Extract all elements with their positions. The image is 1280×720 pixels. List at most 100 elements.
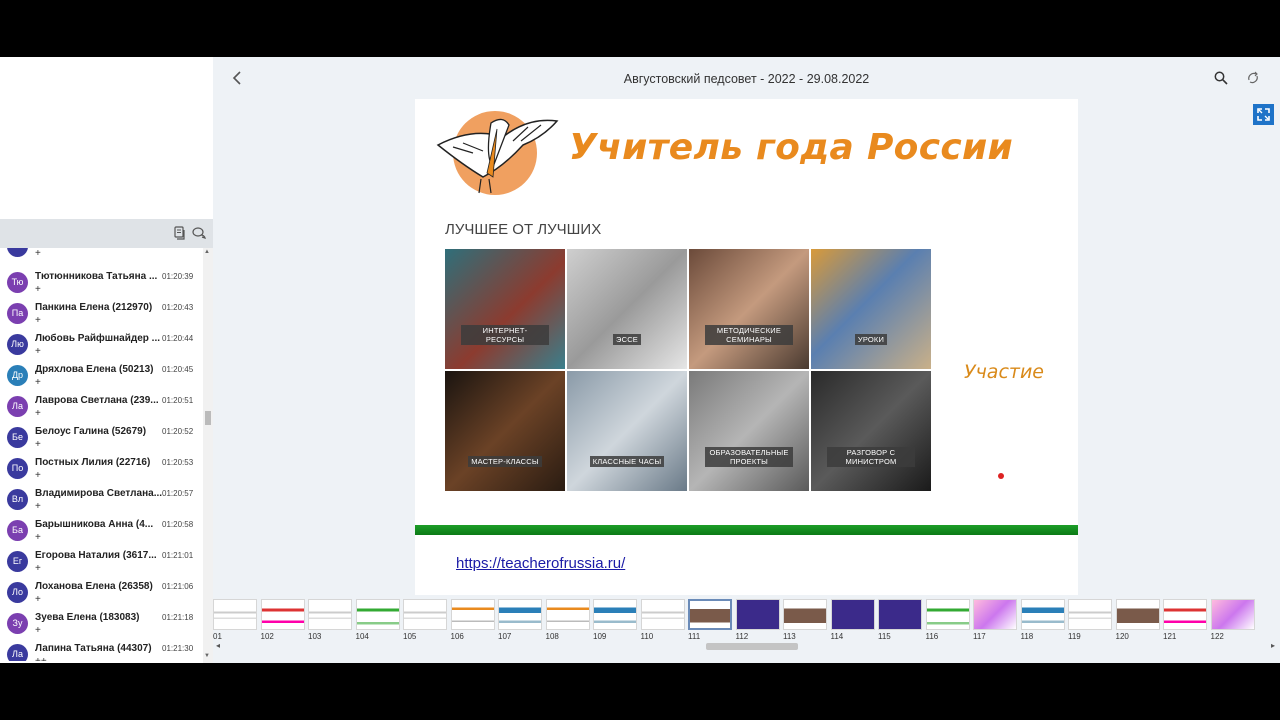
avatar: Ла	[7, 396, 28, 417]
slide-footer: https://teacherofrussia.ru/	[415, 535, 1078, 595]
message-time: 01:20:43	[162, 303, 194, 312]
thumbnail-number: 117	[973, 632, 986, 641]
thumbnail-image	[213, 599, 257, 630]
thumbnail-number: 111	[688, 632, 701, 641]
slide-thumbnail[interactable]: 121	[1163, 599, 1207, 641]
category-grid: ИНТЕРНЕТ-РЕСУРСЫ ЭССЕ МЕТОДИЧЕСКИЕ СЕМИНАР…	[445, 249, 931, 492]
slide-thumbnail[interactable]: 113	[783, 599, 827, 641]
copy-icon[interactable]	[172, 226, 186, 240]
slide-thumbnail[interactable]: 120	[1115, 599, 1160, 641]
sender-name: Белоус Галина (52679)	[35, 426, 147, 437]
slide-thumbnail[interactable]: 108	[545, 599, 590, 641]
thumbnail-image	[878, 599, 922, 630]
thumbnail-number: 108	[545, 632, 559, 641]
slide-thumbnail[interactable]: 109	[593, 599, 637, 641]
current-slide: Учитель года России ЛУЧШЕЕ ОТ ЛУЧШИХ ИНТ…	[415, 99, 1078, 549]
teacherofrussia-link[interactable]: https://teacherofrussia.ru/	[456, 555, 625, 572]
participation-label: Участие	[964, 361, 1044, 383]
sender-name: Лапина Татьяна (44307)	[35, 643, 152, 654]
message-text: +	[35, 284, 41, 295]
thumbnail-image	[1163, 599, 1207, 630]
tile-label: КЛАССНЫЕ ЧАСЫ	[589, 456, 665, 467]
slide-thumbnail[interactable]: 111	[688, 599, 732, 641]
app-window: + Тю Тютюнникова Татьяна ... 01:20:39 + Па Пан…	[0, 57, 1280, 663]
tile-label: МЕТОДИЧЕСКИЕ СЕМИНАРЫ	[705, 325, 793, 345]
message-time: 01:20:58	[162, 520, 194, 529]
sync-icon[interactable]	[1246, 71, 1260, 85]
scrollbar-thumb[interactable]	[205, 411, 211, 425]
category-tile: ЭССЕ	[567, 249, 687, 369]
category-tile: МЕТОДИЧЕСКИЕ СЕМИНАРЫ	[689, 249, 809, 369]
document-title: Августовский педсовет - 2022 - 29.08.202…	[623, 72, 870, 86]
slide-thumbnail[interactable]: 106	[450, 599, 495, 641]
avatar: Ло	[7, 582, 28, 603]
thumbnail-number: 112	[735, 632, 749, 641]
slide-thumbnail-strip[interactable]: 01 102 103 104 105 106 107 108 109 110 111 112 113 11…	[213, 597, 1280, 663]
slide-thumbnail[interactable]: 119	[1068, 599, 1112, 641]
thumbnail-image	[403, 599, 447, 630]
thumbnail-image	[545, 599, 590, 630]
slide-thumbnail[interactable]: 122	[1210, 599, 1255, 641]
category-tile: УРОКИ	[811, 249, 931, 369]
thumbnail-image	[355, 599, 400, 630]
thumbnail-number: 106	[450, 632, 464, 641]
scroll-right-icon[interactable]: ▸	[1271, 641, 1275, 650]
sender-name: Лоханова Елена (26358)	[35, 581, 153, 592]
chat-scrollbar[interactable]: ▲ ▼	[203, 248, 213, 663]
laser-pointer	[998, 473, 1004, 479]
thumbnail-image	[1020, 599, 1065, 630]
thumbnail-scrollbar[interactable]: ◂ ▸	[213, 641, 1280, 651]
slide-thumbnail[interactable]: 105	[403, 599, 447, 641]
search-icon[interactable]	[1214, 71, 1228, 85]
category-tile: КЛАССНЫЕ ЧАСЫ	[567, 371, 687, 491]
message-text: ++	[35, 656, 47, 661]
video-area	[0, 57, 213, 219]
chat-message: По Постных Лилия (22716) 01:20:53 +	[0, 452, 203, 483]
slide-thumbnail[interactable]: 110	[640, 599, 685, 641]
scrollbar-thumb[interactable]	[706, 643, 798, 650]
message-text: +	[35, 248, 41, 259]
slide-thumbnail[interactable]: 112	[735, 599, 780, 641]
slide-thumbnail[interactable]: 118	[1020, 599, 1065, 641]
thumbnail-number: 116	[925, 632, 939, 641]
slide-thumbnail[interactable]: 103	[308, 599, 352, 641]
sender-name: Лаврова Светлана (239...	[35, 395, 159, 406]
chat-message: Лю Любовь Райфшнайдер ... 01:20:44 +	[0, 328, 203, 359]
avatar: Па	[7, 303, 28, 324]
tile-label: РАЗГОВОР С МИНИСТРОМ	[827, 447, 915, 467]
slide-thumbnail[interactable]: 115	[878, 599, 922, 641]
slide-thumbnail[interactable]: 107	[498, 599, 542, 641]
slide-thumbnail[interactable]: 104	[355, 599, 400, 641]
scroll-down-icon[interactable]: ▼	[204, 653, 210, 659]
sender-name: Тютюнникова Татьяна ...	[35, 271, 158, 282]
slide-thumbnail[interactable]: 117	[973, 599, 1017, 641]
chat-message-list[interactable]: + Тю Тютюнникова Татьяна ... 01:20:39 + Па Пан…	[0, 248, 203, 661]
thumbnail-number: 103	[308, 632, 322, 641]
thumbnail-image	[973, 599, 1017, 630]
scroll-left-icon[interactable]: ◂	[216, 641, 220, 650]
chat-bubbles-icon[interactable]	[192, 226, 206, 240]
message-time: 01:21:18	[162, 613, 194, 622]
scroll-up-icon[interactable]: ▲	[204, 249, 210, 255]
message-time: 01:20:44	[162, 334, 194, 343]
sender-name: Любовь Райфшнайдер ...	[35, 333, 160, 344]
thumbnail-image	[783, 599, 827, 630]
sender-name: Панкина Елена (212970)	[35, 302, 153, 313]
avatar: Бе	[7, 427, 28, 448]
thumbnail-image	[830, 599, 875, 630]
tile-label: МАСТЕР-КЛАССЫ	[468, 456, 542, 467]
chat-message: Па Панкина Елена (212970) 01:20:43 +	[0, 297, 203, 328]
fullscreen-button[interactable]	[1253, 104, 1274, 125]
chat-message: Ба Барышникова Анна (4... 01:20:58 +	[0, 514, 203, 545]
thumbnail-number: 114	[830, 632, 844, 641]
thumbnail-number: 118	[1020, 632, 1034, 641]
slide-thumbnail[interactable]: 102	[260, 599, 305, 641]
message-time: 01:21:30	[162, 644, 194, 653]
tile-label: ОБРАЗОВАТЕЛЬНЫЕ ПРОЕКТЫ	[705, 447, 793, 467]
slide-thumbnail[interactable]: 116	[925, 599, 970, 641]
slide-thumbnail[interactable]: 114	[830, 599, 875, 641]
thumbnail-image	[450, 599, 495, 630]
slide-thumbnail[interactable]: 01	[213, 599, 257, 641]
thumbnail-image	[640, 599, 685, 630]
thumbnail-image	[498, 599, 542, 630]
